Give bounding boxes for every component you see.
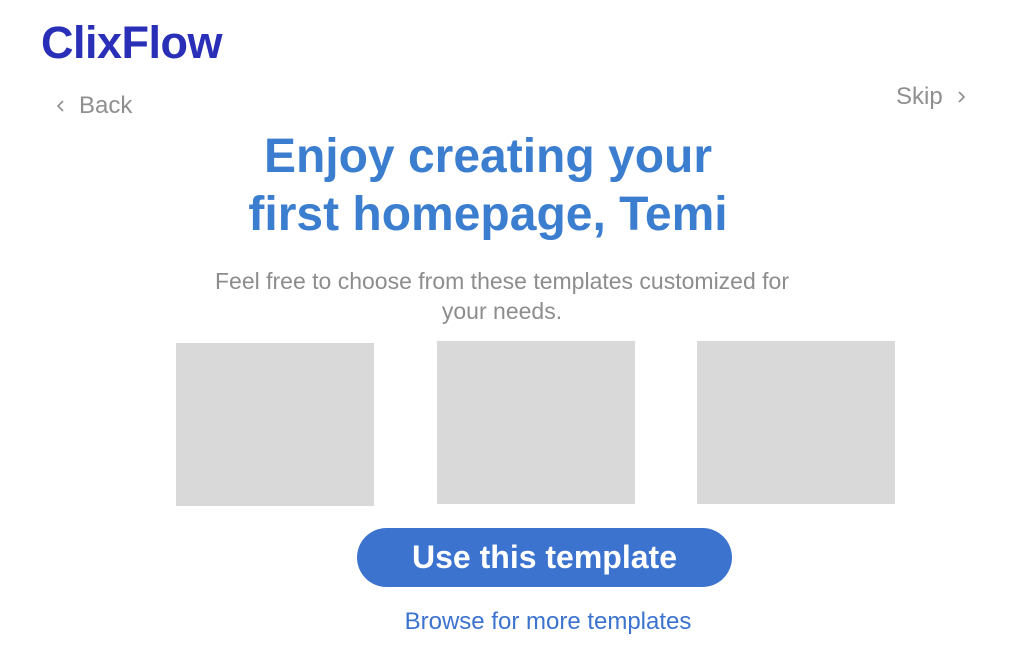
page-subtitle: Feel free to choose from these templates… (215, 268, 789, 324)
brand-logo: ClixFlow (41, 17, 223, 68)
skip-button[interactable]: Skip (896, 85, 969, 109)
page-title-line-1: Enjoy creating your (263, 130, 713, 183)
chevron-right-icon (958, 91, 965, 103)
template-card-3[interactable] (697, 341, 895, 504)
template-card-1[interactable] (176, 343, 374, 506)
use-template-button[interactable]: Use this template (357, 528, 732, 587)
page-title-line-2: first homepage, Temi (248, 188, 728, 241)
chevron-left-icon (56, 100, 64, 112)
template-card-2[interactable] (437, 341, 635, 504)
page-title: Enjoy creating your first homepage, Temi (0, 128, 976, 244)
back-label: Back (79, 92, 133, 119)
browse-templates-link[interactable]: Browse for more templates (357, 608, 739, 636)
back-button[interactable]: Back (53, 94, 132, 118)
skip-label: Skip (896, 83, 943, 110)
